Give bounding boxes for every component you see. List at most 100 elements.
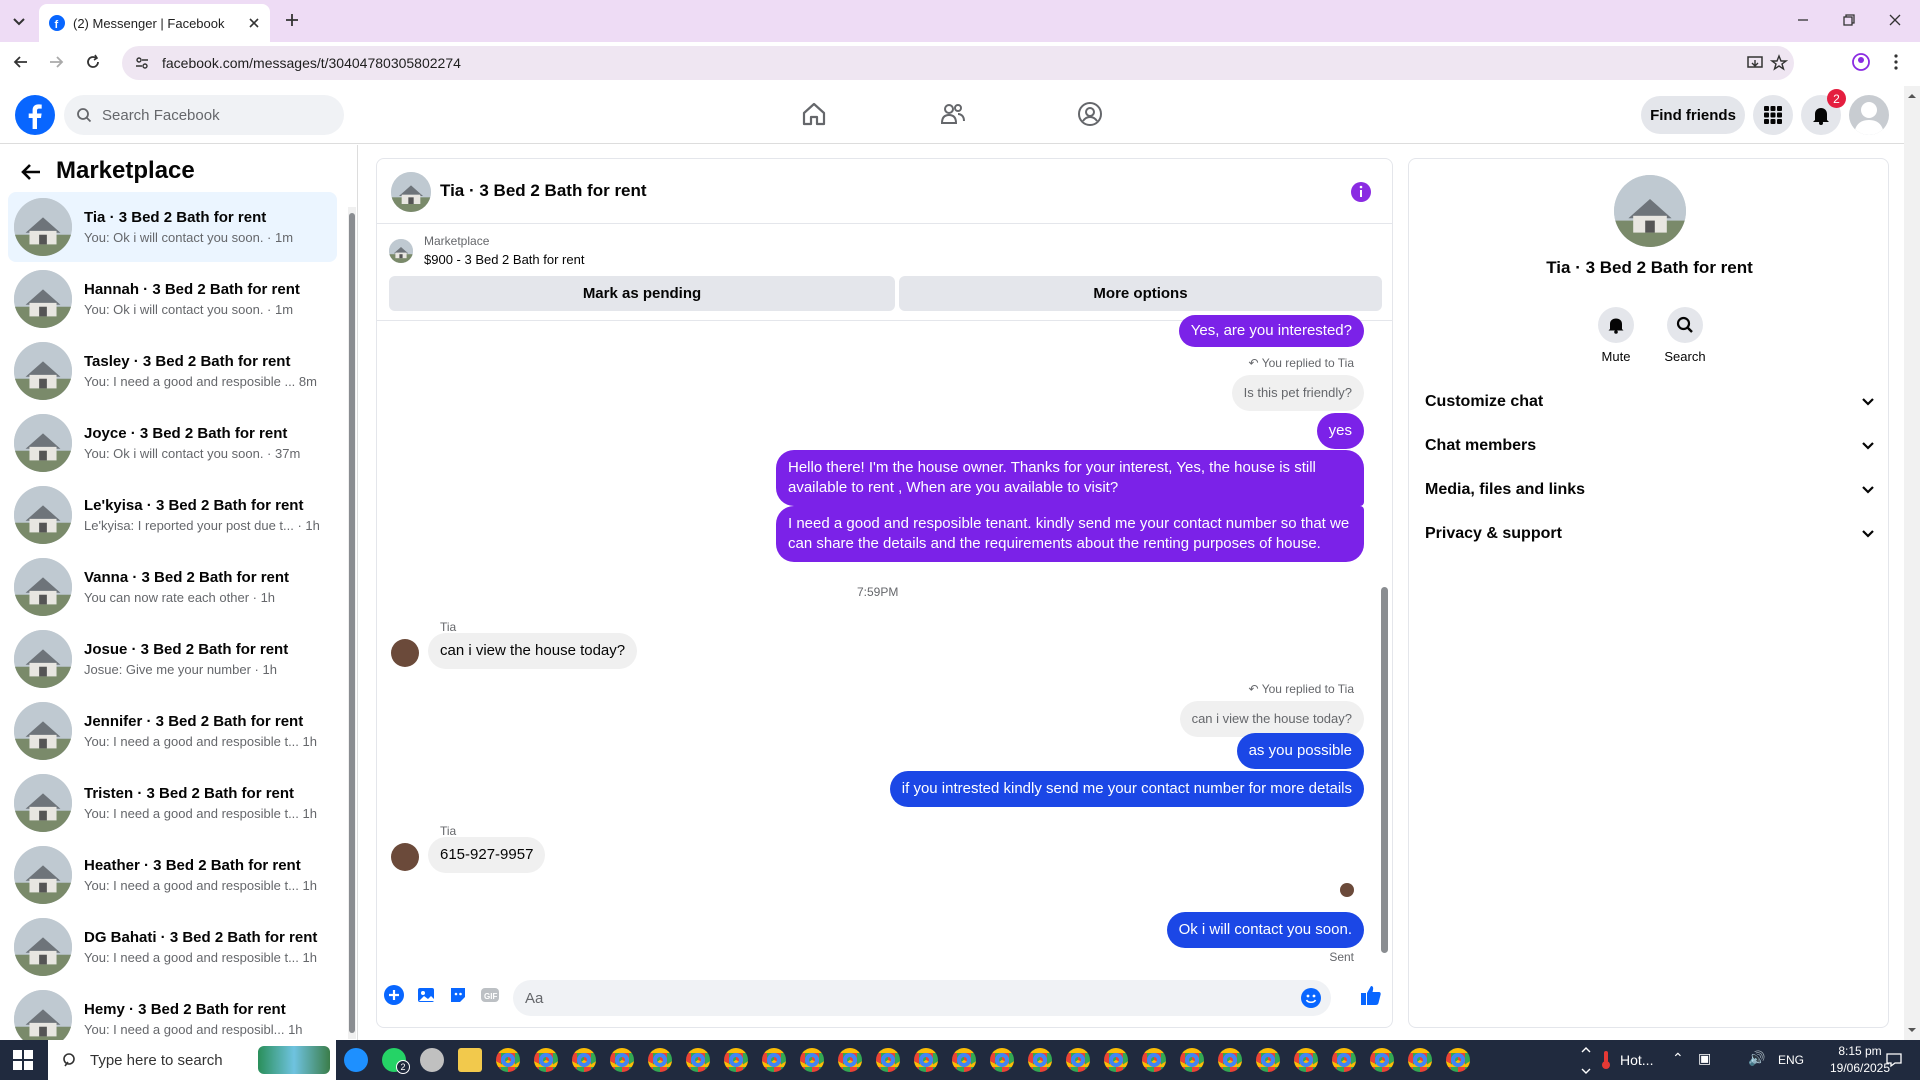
profile-button[interactable] xyxy=(1852,53,1870,71)
menu-button[interactable] xyxy=(1753,95,1793,135)
conversation-item[interactable]: Tristen · 3 Bed 2 Bath for rent You: I ne… xyxy=(8,768,337,838)
browser-menu-button[interactable] xyxy=(1893,53,1899,71)
edge-icon[interactable] xyxy=(344,1048,368,1072)
reload-button[interactable] xyxy=(85,54,101,70)
volume-icon[interactable]: 🔊 xyxy=(1748,1050,1765,1067)
notification-center-icon[interactable] xyxy=(1886,1052,1902,1068)
details-avatar[interactable] xyxy=(1614,175,1686,247)
file-explorer-icon[interactable] xyxy=(458,1048,482,1072)
sender-avatar[interactable] xyxy=(391,639,419,667)
message-bubble-received[interactable]: can i view the house today? xyxy=(428,633,638,669)
chrome-profile-icon[interactable] xyxy=(800,1048,824,1072)
chrome-profile-icon[interactable] xyxy=(534,1048,558,1072)
more-actions-button[interactable] xyxy=(384,985,404,1005)
nav-friends[interactable] xyxy=(940,101,966,127)
chrome-profile-icon[interactable] xyxy=(838,1048,862,1072)
back-button[interactable] xyxy=(13,54,29,70)
quoted-reply[interactable]: can i view the house today? xyxy=(1179,701,1364,737)
chrome-profile-icon[interactable] xyxy=(686,1048,710,1072)
chrome-profile-icon[interactable] xyxy=(952,1048,976,1072)
chrome-profile-icon[interactable] xyxy=(1408,1048,1432,1072)
thermometer-icon[interactable] xyxy=(1600,1050,1612,1070)
chrome-profile-icon[interactable] xyxy=(1446,1048,1470,1072)
chrome-profile-icon[interactable] xyxy=(496,1048,520,1072)
message-bubble-sent[interactable]: yes xyxy=(1316,413,1364,449)
window-close-button[interactable] xyxy=(1888,13,1902,27)
chat-scrollbar[interactable] xyxy=(1379,323,1389,963)
chrome-profile-icon[interactable] xyxy=(1066,1048,1090,1072)
install-app-button[interactable] xyxy=(1746,54,1764,72)
page-scrollbar[interactable] xyxy=(1904,86,1920,1040)
left-scrollbar[interactable] xyxy=(348,207,356,1039)
start-button[interactable] xyxy=(13,1050,33,1070)
find-friends-button[interactable]: Find friends xyxy=(1641,96,1745,134)
message-bubble-received[interactable]: 615-927-9957 xyxy=(428,837,546,873)
chrome-profile-icon[interactable] xyxy=(648,1048,672,1072)
tab-search-button[interactable] xyxy=(10,12,28,30)
weather-text[interactable]: Hot... xyxy=(1620,1052,1653,1068)
attach-photo-button[interactable] xyxy=(416,985,436,1005)
clock-time[interactable]: 8:15 pm xyxy=(1830,1044,1890,1058)
more-options-button[interactable]: More options xyxy=(899,276,1382,311)
chrome-profile-icon[interactable] xyxy=(724,1048,748,1072)
sticker-button[interactable] xyxy=(448,985,468,1005)
chrome-profile-icon[interactable] xyxy=(1370,1048,1394,1072)
details-section-row[interactable]: Chat members xyxy=(1425,424,1875,468)
restore-button[interactable] xyxy=(1842,13,1856,27)
account-avatar-button[interactable] xyxy=(1849,95,1889,135)
chrome-profile-icon[interactable] xyxy=(1294,1048,1318,1072)
app-icon[interactable] xyxy=(420,1048,444,1072)
listing-text[interactable]: $900 - 3 Bed 2 Bath for rent xyxy=(424,252,584,267)
network-icon[interactable]: ▣ xyxy=(1698,1050,1711,1067)
minimize-button[interactable] xyxy=(1796,13,1810,27)
details-section-row[interactable]: Privacy & support xyxy=(1425,512,1875,556)
conversation-item[interactable]: DG Bahati · 3 Bed 2 Bath for rent You: I … xyxy=(8,912,337,982)
conversation-item[interactable]: Hemy · 3 Bed 2 Bath for rent You: I need … xyxy=(8,984,337,1040)
chat-scrollbar-thumb[interactable] xyxy=(1381,587,1388,953)
chrome-profile-icon[interactable] xyxy=(1104,1048,1128,1072)
listing-thumbnail[interactable] xyxy=(389,239,413,263)
conversation-item[interactable]: Joyce · 3 Bed 2 Bath for rent You: Ok i w… xyxy=(8,408,337,478)
conversation-item[interactable]: Vanna · 3 Bed 2 Bath for rent You can now… xyxy=(8,552,337,622)
message-bubble-sent[interactable]: Yes, are you interested? xyxy=(1178,315,1364,347)
message-bubble-sent[interactable]: Hello there! I'm the house owner. Thanks… xyxy=(776,450,1364,506)
notifications-button[interactable]: 2 xyxy=(1801,89,1846,135)
details-section-row[interactable]: Media, files and links xyxy=(1425,468,1875,512)
conversation-item[interactable]: Hannah · 3 Bed 2 Bath for rent You: Ok i … xyxy=(8,264,337,334)
back-arrow-button[interactable] xyxy=(20,161,42,183)
mark-pending-button[interactable]: Mark as pending xyxy=(389,276,895,311)
message-bubble-sent[interactable]: I need a good and resposible tenant. kin… xyxy=(776,506,1364,562)
conversation-item[interactable]: Tia · 3 Bed 2 Bath for rent You: Ok i wil… xyxy=(8,192,337,262)
browser-tab-messenger[interactable]: f (2) Messenger | Facebook xyxy=(39,4,270,42)
conversation-item[interactable]: Le'kyisa · 3 Bed 2 Bath for rent Le'kyisa… xyxy=(8,480,337,550)
chrome-profile-icon[interactable] xyxy=(1142,1048,1166,1072)
message-bubble-sent[interactable]: as you possible xyxy=(1236,733,1364,769)
conversation-item[interactable]: Tasley · 3 Bed 2 Bath for rent You: I nee… xyxy=(8,336,337,406)
conversation-item[interactable]: Heather · 3 Bed 2 Bath for rent You: I ne… xyxy=(8,840,337,910)
chrome-profile-icon[interactable] xyxy=(914,1048,938,1072)
search-in-conversation-button[interactable]: Search xyxy=(1660,307,1710,364)
chrome-profile-icon[interactable] xyxy=(1028,1048,1052,1072)
message-bubble-sent[interactable]: Ok i will contact you soon. xyxy=(1166,912,1364,948)
chrome-profile-icon[interactable] xyxy=(1180,1048,1204,1072)
conversation-item[interactable]: Jennifer · 3 Bed 2 Bath for rent You: I n… xyxy=(8,696,337,766)
left-scrollbar-thumb[interactable] xyxy=(349,213,355,1033)
chrome-profile-icon[interactable] xyxy=(1256,1048,1280,1072)
conversation-item[interactable]: Josue · 3 Bed 2 Bath for rent Josue: Give… xyxy=(8,624,337,694)
tray-overflow-icon[interactable]: ⌃ xyxy=(1672,1050,1684,1067)
nav-home[interactable] xyxy=(801,101,827,127)
details-section-row[interactable]: Customize chat xyxy=(1425,380,1875,424)
new-tab-button[interactable] xyxy=(283,11,301,29)
sender-avatar[interactable] xyxy=(391,843,419,871)
bookmark-button[interactable] xyxy=(1770,54,1788,72)
close-icon[interactable] xyxy=(248,17,260,29)
conversation-info-button[interactable] xyxy=(1350,181,1372,203)
address-bar[interactable]: facebook.com/messages/t/3040478030580227… xyxy=(122,46,1794,80)
chat-avatar[interactable] xyxy=(391,172,431,212)
chrome-profile-icon[interactable] xyxy=(1218,1048,1242,1072)
chrome-profile-icon[interactable] xyxy=(876,1048,900,1072)
emoji-button[interactable] xyxy=(1301,988,1321,1008)
chrome-profile-icon[interactable] xyxy=(990,1048,1014,1072)
nav-groups[interactable] xyxy=(1077,101,1103,127)
quoted-reply[interactable]: Is this pet friendly? xyxy=(1231,375,1364,411)
